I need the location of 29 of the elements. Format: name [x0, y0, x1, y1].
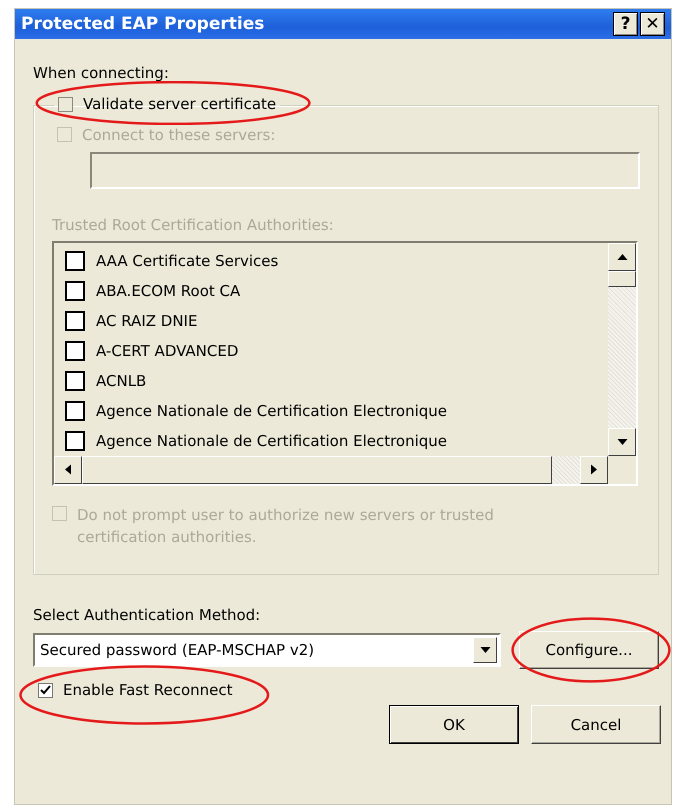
fast-reconnect-label: Enable Fast Reconnect — [63, 681, 233, 699]
cancel-button[interactable]: Cancel — [531, 705, 661, 744]
validate-checkbox[interactable] — [58, 96, 73, 112]
scroll-down-button[interactable] — [608, 428, 636, 456]
scrollbar-corner — [608, 456, 636, 484]
scroll-right-button[interactable] — [580, 456, 608, 484]
when-connecting-label: When connecting: — [33, 63, 170, 83]
scroll-thumb[interactable] — [608, 270, 636, 286]
auth-method-dropdown[interactable]: Secured password (EAP-MSCHAP v2) — [33, 633, 501, 667]
fast-reconnect-checkbox[interactable] — [38, 682, 53, 698]
no-prompt-label: Do not prompt user to authorize new servers or trusted certification authorities. — [77, 504, 495, 548]
trusted-roots-label: Trusted Root Certification Authorities: — [52, 214, 335, 234]
down-triangle-icon — [616, 438, 628, 444]
right-triangle-icon — [591, 464, 597, 475]
horizontal-scrollbar[interactable] — [54, 456, 636, 484]
left-triangle-icon — [65, 464, 71, 475]
validate-label: Validate server certificate — [83, 95, 276, 113]
auth-method-label: Select Authentication Method: — [33, 605, 262, 625]
connect-servers-label: Connect to these servers: — [82, 126, 276, 144]
scroll-left-button[interactable] — [54, 456, 82, 484]
scroll-thumb[interactable] — [82, 456, 552, 484]
window-title: Protected EAP Properties — [21, 14, 264, 34]
vertical-scrollbar[interactable] — [608, 242, 636, 456]
help-button[interactable]: ? — [613, 12, 638, 36]
ok-button[interactable]: OK — [389, 705, 519, 744]
close-button[interactable]: ✕ — [640, 12, 665, 36]
configure-button[interactable]: Configure... — [519, 631, 659, 669]
up-triangle-icon — [616, 254, 628, 260]
scroll-up-button[interactable] — [608, 242, 636, 270]
